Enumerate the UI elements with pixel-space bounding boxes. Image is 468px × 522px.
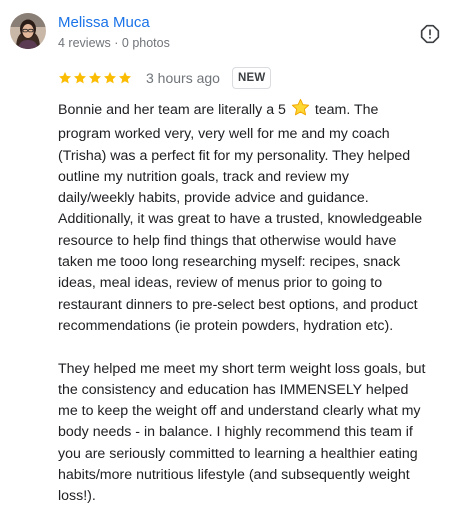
review-card: Melissa Muca 4 reviews · 0 photos 3 hour… (0, 0, 468, 522)
review-text-line: recommendations (ie protein powders, hyd… (58, 317, 394, 334)
review-text: Bonnie and her team are literally a 5 te… (58, 98, 462, 508)
star-icon (73, 72, 87, 84)
report-flag-icon (420, 24, 440, 44)
star-emoji-icon (291, 98, 310, 124)
review-text-segment: team. The (314, 102, 379, 118)
rating-row: 3 hours ago NEW (58, 66, 272, 90)
review-text-line: program worked very, very well for me an… (58, 126, 390, 143)
review-text-line: loss!). (58, 488, 96, 505)
review-text-line: restaurant dinners to pre-select best op… (58, 296, 418, 313)
star-icon (58, 72, 72, 84)
review-text-line: Additionally, it was great to have a tru… (58, 211, 423, 228)
review-text-line: ideas, meal ideas, review of menus prior… (58, 275, 383, 292)
new-badge: NEW (231, 67, 272, 89)
review-text-line: outline my nutrition goals, track and re… (58, 168, 349, 185)
review-text-line: resource to help find things that otherw… (58, 232, 397, 249)
star-rating (58, 71, 132, 85)
author-name[interactable]: Melissa Muca (58, 14, 150, 31)
review-text-line: the consistency and education has IMMENS… (58, 381, 409, 398)
star-icon (103, 72, 117, 84)
review-text-line: habits/more nutritious lifestyle (and su… (58, 467, 410, 484)
review-text-line: taken me tooo long researching myself: r… (58, 254, 401, 271)
avatar[interactable] (10, 13, 46, 49)
star-icon (88, 72, 102, 84)
review-text-line: (Trisha) was a perfect fit for my person… (58, 147, 411, 164)
review-text-line: daily/weekly habits, provide advice and … (58, 190, 369, 207)
star-icon (118, 72, 132, 84)
review-text-line: you are seriously committed to learning … (58, 445, 418, 462)
report-button[interactable] (416, 20, 444, 48)
review-text-line: me to keep the weight off and understand… (58, 403, 421, 420)
review-text-segment: Bonnie and her team are literally a 5 (58, 102, 286, 118)
review-time: 3 hours ago (146, 70, 220, 86)
author-meta: 4 reviews · 0 photos (58, 36, 170, 50)
review-text-line: They helped me meet my short term weight… (58, 360, 426, 377)
review-text-line: Bonnie and her team are literally a 5 te… (58, 98, 462, 124)
review-text-line: body needs - in balance. I highly recomm… (58, 424, 413, 441)
